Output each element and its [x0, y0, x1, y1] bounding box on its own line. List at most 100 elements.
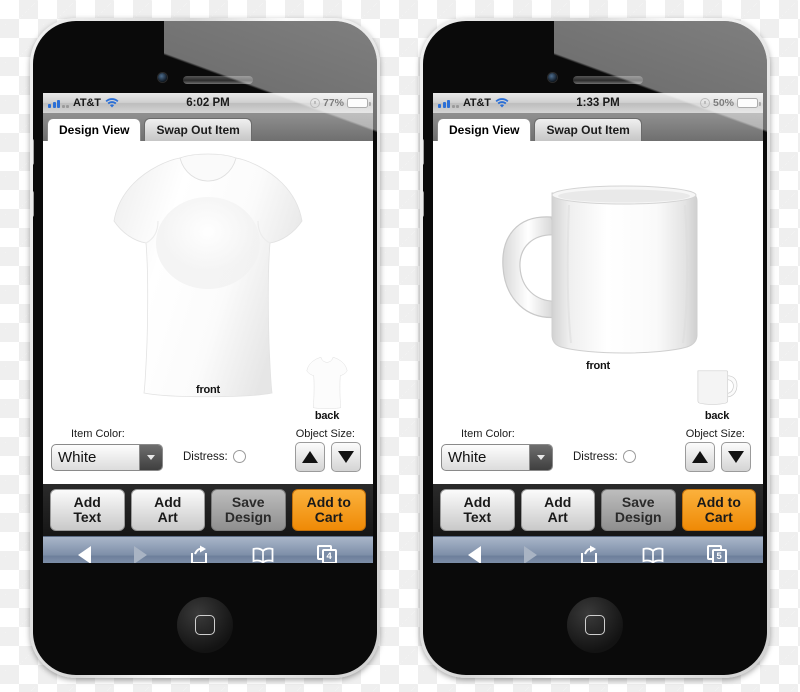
object-size-decrease-button[interactable]: [721, 442, 751, 472]
save-design-button[interactable]: Save Design: [211, 489, 286, 531]
tab-design-view[interactable]: Design View: [47, 118, 142, 141]
add-to-cart-button[interactable]: Add to Cart: [681, 489, 756, 531]
carrier-label: AT&T: [463, 97, 491, 109]
add-art-button[interactable]: Add Art: [130, 489, 205, 531]
phone-screen-left: AT&T 6:02 PM 77% Design View Swap Out It…: [43, 93, 373, 563]
add-to-cart-button[interactable]: Add to Cart: [291, 489, 366, 531]
save-design-line1: Save: [621, 494, 655, 511]
tab-design-view-label: Design View: [449, 123, 520, 137]
battery-percent-label: 77%: [322, 97, 344, 109]
tabs-icon[interactable]: 5: [706, 545, 728, 563]
mug-front-graphic: [502, 185, 698, 354]
alarm-clock-icon: [699, 98, 710, 108]
design-canvas[interactable]: front back: [43, 141, 373, 426]
volume-up-button[interactable]: [423, 139, 424, 165]
add-text-button[interactable]: Add Text: [440, 489, 515, 531]
save-design-button[interactable]: Save Design: [601, 489, 676, 531]
iphone-device-right: AT&T 1:33 PM 50% Design View Swap Out It…: [420, 18, 770, 678]
add-art-button[interactable]: Add Art: [520, 489, 595, 531]
volume-down-button[interactable]: [423, 191, 424, 217]
alarm-clock-icon: [309, 98, 320, 108]
home-button[interactable]: [567, 597, 623, 653]
add-to-cart-line1: Add to: [306, 494, 351, 511]
add-text-line2: Text: [463, 509, 492, 525]
triangle-down-icon: [338, 451, 354, 463]
forward-arrow-icon: [133, 545, 147, 563]
carrier-label: AT&T: [73, 97, 101, 109]
safari-toolbar: 5: [433, 536, 763, 563]
item-color-select[interactable]: White: [51, 444, 163, 471]
status-bar: AT&T 6:02 PM 77%: [43, 93, 373, 114]
design-canvas[interactable]: front back: [433, 141, 763, 426]
back-arrow-icon[interactable]: [78, 545, 92, 563]
design-options-row: Item Color: White Distress: Object Size:: [433, 426, 763, 484]
back-arrow-icon[interactable]: [468, 545, 482, 563]
add-text-line1: Add: [73, 494, 101, 511]
signal-strength-icon: [438, 98, 459, 108]
product-preview-tshirt[interactable]: front: [108, 147, 308, 399]
object-size-decrease-button[interactable]: [331, 442, 361, 472]
add-to-cart-line2: Cart: [704, 509, 733, 525]
volume-up-button[interactable]: [33, 139, 34, 165]
tab-swap-out-item[interactable]: Swap Out Item: [144, 118, 252, 141]
add-art-line2: Art: [547, 509, 568, 525]
wifi-icon: [105, 97, 119, 109]
action-button-bar: Add Text Add Art Save Design Add to Cart: [43, 484, 373, 536]
tab-count-badge: 4: [321, 549, 337, 563]
home-button[interactable]: [177, 597, 233, 653]
mug-back-graphic: [697, 370, 738, 405]
status-bar: AT&T 1:33 PM 50%: [433, 93, 763, 114]
product-back-label: back: [314, 410, 340, 422]
action-button-bar: Add Text Add Art Save Design Add to Cart: [433, 484, 763, 536]
status-left-group: AT&T: [438, 97, 509, 109]
share-icon[interactable]: [189, 545, 209, 563]
volume-down-button[interactable]: [33, 191, 34, 217]
product-front-label: front: [195, 384, 221, 396]
tabs-icon[interactable]: 4: [316, 545, 338, 563]
product-back-thumbnail[interactable]: back: [299, 355, 355, 422]
distress-option[interactable]: Distress:: [183, 450, 246, 463]
object-size-increase-button[interactable]: [295, 442, 325, 472]
design-options-row: Item Color: White Distress: Object Size:: [43, 426, 373, 484]
distress-label: Distress:: [573, 450, 618, 463]
item-color-value: White: [448, 449, 487, 466]
product-back-thumbnail[interactable]: back: [689, 367, 745, 422]
distress-label: Distress:: [183, 450, 228, 463]
add-art-line2: Art: [157, 509, 178, 525]
tshirt-front-graphic: [113, 153, 303, 398]
share-icon[interactable]: [579, 545, 599, 563]
item-color-value: White: [58, 449, 97, 466]
tab-swap-out-item-label: Swap Out Item: [156, 123, 240, 137]
distress-option[interactable]: Distress:: [573, 450, 636, 463]
safari-toolbar: 4: [43, 536, 373, 563]
object-size-label: Object Size:: [685, 428, 745, 440]
product-preview-mug[interactable]: front: [489, 147, 707, 375]
triangle-down-icon: [728, 451, 744, 463]
home-square-icon: [195, 615, 215, 635]
add-art-line1: Add: [154, 494, 182, 511]
tab-design-view[interactable]: Design View: [437, 118, 532, 141]
add-to-cart-line2: Cart: [314, 509, 343, 525]
object-size-stepper: [685, 442, 751, 472]
distress-checkbox[interactable]: [232, 450, 246, 463]
page-tab-bar: Design View Swap Out Item: [43, 114, 373, 141]
tab-swap-out-item[interactable]: Swap Out Item: [534, 118, 642, 141]
item-color-select[interactable]: White: [441, 444, 553, 471]
object-size-increase-button[interactable]: [685, 442, 715, 472]
add-text-button[interactable]: Add Text: [50, 489, 125, 531]
front-camera-icon: [548, 73, 557, 82]
status-right-group: 77%: [309, 97, 371, 109]
earpiece-speaker: [183, 76, 253, 84]
distress-checkbox[interactable]: [622, 450, 636, 463]
home-square-icon: [585, 615, 605, 635]
bookmarks-book-icon[interactable]: [252, 547, 274, 563]
tab-design-view-label: Design View: [59, 123, 130, 137]
page-tab-bar: Design View Swap Out Item: [433, 114, 763, 141]
phone-screen-right: AT&T 1:33 PM 50% Design View Swap Out It…: [433, 93, 763, 563]
battery-icon: [737, 98, 761, 108]
bookmarks-book-icon[interactable]: [642, 547, 664, 563]
object-size-label: Object Size:: [295, 428, 355, 440]
tab-swap-out-item-label: Swap Out Item: [546, 123, 630, 137]
tab-count-badge: 5: [711, 549, 727, 563]
wifi-icon: [495, 97, 509, 109]
